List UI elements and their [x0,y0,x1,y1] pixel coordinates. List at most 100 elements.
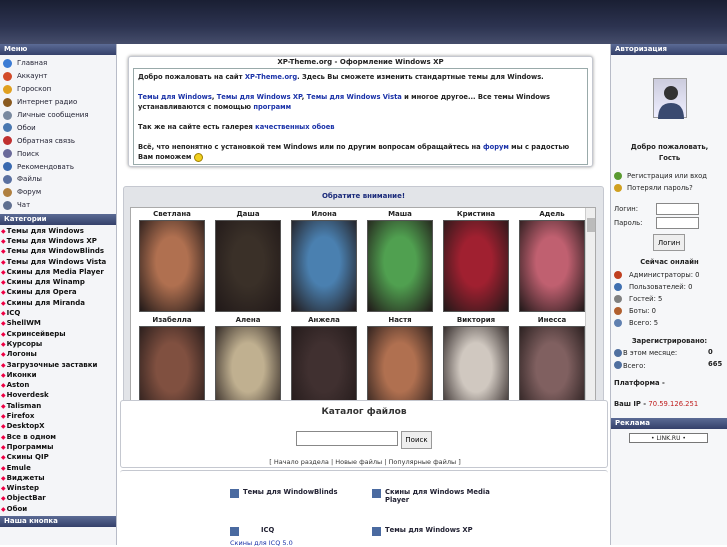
file-subcategory-link[interactable]: Скины для ICQ 5.0 [230,539,293,547]
category-link[interactable]: ◆Скины для Miranda [0,298,116,308]
catalog-search-input[interactable] [296,431,398,446]
bullet-icon: ◆ [1,454,6,462]
category-link[interactable]: ◆Скины для Media Player [0,267,116,277]
avatar-frame [639,66,699,132]
link-new-files[interactable]: Новые файлы [335,458,382,466]
gallery-item[interactable]: Илона [289,208,359,312]
menu-item[interactable]: Главная [0,57,116,70]
gallery-scrollbar-thumb[interactable] [587,218,595,232]
menu-item[interactable]: Форум [0,186,116,199]
menu-item[interactable]: Аккаунт [0,70,116,83]
bullet-icon: ◆ [1,433,6,441]
welcome-text-4: Так же на сайте есть галерея [138,123,256,131]
menu-item[interactable]: Поиск [0,147,116,160]
category-link[interactable]: ◆DesktopX [0,421,116,431]
gallery-item[interactable]: Адель [517,208,587,312]
category-link[interactable]: ◆ShellWM [0,318,116,328]
gallery-item-name: Кристина [456,210,496,218]
category-link[interactable]: ◆Виджеты [0,473,116,483]
category-link[interactable]: ◆Темы для Windows XP [0,236,116,246]
menu-item[interactable]: Рекомендовать [0,160,116,173]
category-link[interactable]: ◆Темы для Windows Vista [0,257,116,267]
online-total: Всего: 5 [629,319,659,327]
category-link[interactable]: ◆Emule [0,463,116,473]
menu-item[interactable]: Файлы [0,173,116,186]
online-guests: Гостей: 5 [629,295,663,303]
link-windows-themes[interactable]: Темы для Windows [138,93,212,101]
category-link[interactable]: ◆Курсоры [0,339,116,349]
file-category-icq[interactable]: ICQ [230,526,360,536]
register-link[interactable]: Регистрация или вход [627,172,707,180]
category-link[interactable]: ◆Программы [0,442,116,452]
bullet-icon: ◆ [1,495,6,503]
link-wallpapers[interactable]: качественных обоев [255,123,334,131]
file-category-windowblinds[interactable]: Темы для WindowBlinds [230,488,360,498]
link-programs[interactable]: программ [253,103,291,111]
link-section-start[interactable]: Начало раздела [274,458,329,466]
category-link[interactable]: ◆Hoverdesk [0,390,116,400]
category-link[interactable]: ◆Firefox [0,411,116,421]
category-link[interactable]: ◆Winstep [0,483,116,493]
right-sidebar: Авторизация Добро пожаловать, Гость Реги… [610,44,727,545]
gallery-photo[interactable] [215,220,281,312]
category-link[interactable]: ◆Темы для Windows [0,226,116,236]
category-link[interactable]: ◆Иконки [0,370,116,380]
bullet-icon: ◆ [1,371,6,379]
category-label: Загрузочные заставки [6,360,98,369]
gallery-photo[interactable] [443,220,509,312]
gallery-item[interactable]: Светлана [137,208,207,312]
user-icon [614,283,622,291]
menu-item[interactable]: Гороскоп [0,83,116,96]
category-link[interactable]: ◆Скины QIP [0,452,116,462]
menu-item[interactable]: Чат [0,199,116,212]
category-label: ICQ [6,309,21,318]
link-popular-files[interactable]: Популярные файлы [389,458,457,466]
lost-password-link[interactable]: Потеряли пароль? [627,184,693,192]
ip-row: Ваш IP - 70.59.126.251 [614,400,698,408]
gallery-photo[interactable] [139,220,205,312]
notice-box: Обратите внимание! Светлана Даша Илона Маша… [123,186,604,417]
gallery-item[interactable]: Даша [213,208,283,312]
category-link[interactable]: ◆Aston [0,380,116,390]
site-link[interactable]: XP-Theme.org [245,73,297,81]
category-link[interactable]: ◆Скринсейверы [0,329,116,339]
password-input[interactable] [656,217,699,229]
categories-panel-title: Категории [0,213,116,225]
ad-banner[interactable]: • LINK.RU • [629,433,708,443]
catalog-search-button[interactable]: Поиск [401,431,432,449]
mail-icon [3,110,12,120]
category-link[interactable]: ◆ObjectBar [0,493,116,503]
file-category-wmp[interactable]: Скины для Windows Media Player [372,488,502,504]
category-link[interactable]: ◆Скины для Opera [0,287,116,297]
link-forum[interactable]: форум [483,143,509,151]
gallery-photo[interactable] [519,220,585,312]
menu-item-label: Главная [17,59,48,68]
menu-item[interactable]: Обои [0,121,116,134]
category-link[interactable]: ◆ICQ [0,308,116,318]
gallery-photo[interactable] [367,220,433,312]
gallery-item[interactable]: Кристина [441,208,511,312]
menu-item[interactable]: Обратная связь [0,134,116,147]
bullet-icon: ◆ [1,505,6,513]
file-category-xp[interactable]: Темы для Windows XP [372,526,502,536]
category-link[interactable]: ◆Скины для Winamp [0,277,116,287]
link-xp-themes[interactable]: Темы для Windows XP [217,93,302,101]
category-link[interactable]: ◆Talisman [0,401,116,411]
gallery-item-name: Даша [236,210,260,218]
category-link[interactable]: ◆Логоны [0,349,116,359]
category-link[interactable]: ◆Темы для WindowBlinds [0,246,116,256]
login-input[interactable] [656,203,699,215]
menu-item[interactable]: Интернет радио [0,96,116,109]
category-link[interactable]: ◆Обои [0,504,116,514]
category-link[interactable]: ◆Загрузочные заставки [0,360,116,370]
category-label: Логоны [6,350,37,359]
all-icon [614,361,622,369]
bullet-icon: ◆ [1,258,6,266]
login-button[interactable]: Логин [653,234,685,251]
link-vista-themes[interactable]: Темы для Windows Vista [307,93,402,101]
category-link[interactable]: ◆Все в одном [0,432,116,442]
menu-item[interactable]: Личные сообщения [0,109,116,122]
gallery-photo[interactable] [291,220,357,312]
star-icon [3,84,12,94]
gallery-item[interactable]: Маша [365,208,435,312]
